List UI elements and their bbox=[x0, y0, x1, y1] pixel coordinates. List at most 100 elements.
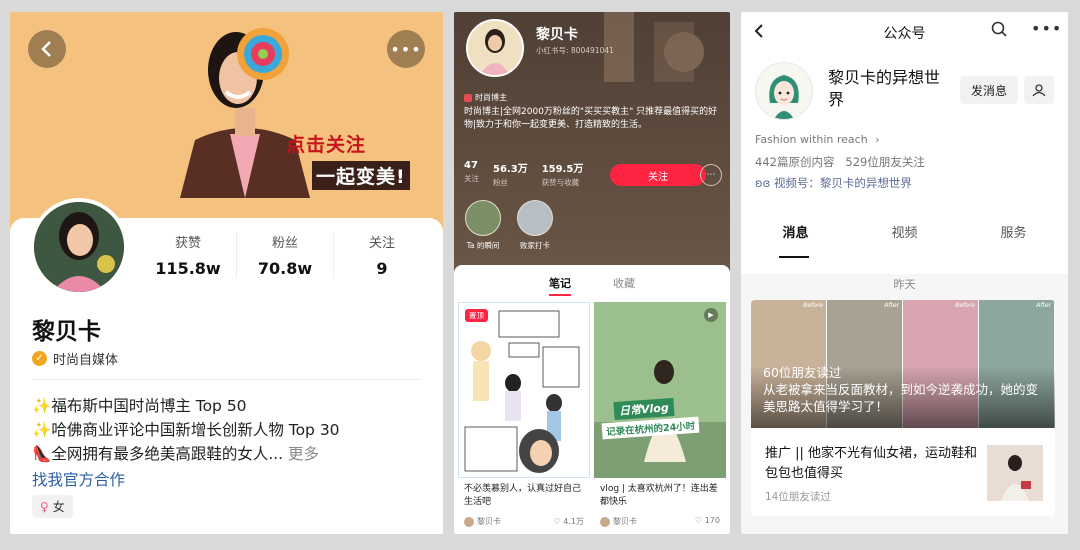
promo-article-title[interactable]: 推广 || 他家不光有仙女裙，运动鞋和包包也值得买 bbox=[765, 444, 981, 484]
note-author[interactable]: 黎贝卡 bbox=[464, 516, 501, 527]
bio-line: ✨福布斯中国时尚博主 Top 50 bbox=[32, 394, 340, 418]
divider bbox=[32, 379, 421, 380]
cover-label: Before bbox=[955, 302, 975, 309]
xhs-stat-likes-collects[interactable]: 159.5万 获赞与收藏 bbox=[542, 160, 584, 188]
verified-check-icon: ✓ bbox=[32, 351, 47, 366]
bio-line: 👠全网拥有最多绝美高跟鞋的女人... 更多 bbox=[32, 442, 340, 466]
bio-text: 哈佛商业评论中国新增长创新人物 Top 30 bbox=[51, 421, 340, 439]
more-dots-icon: ••• bbox=[390, 39, 422, 59]
search-icon bbox=[991, 21, 1007, 37]
bio-more-link[interactable]: 更多 bbox=[288, 445, 319, 463]
xhs-stats: 47 关注 56.3万 粉丝 159.5万 获赞与收藏 bbox=[464, 160, 583, 188]
note-likes[interactable]: ♡ 170 bbox=[695, 516, 720, 527]
gender-tag: ♀ 女 bbox=[32, 495, 73, 518]
highlight-label: 败家打卡 bbox=[520, 241, 550, 250]
chat-bubble-icon: ⋯ bbox=[706, 170, 716, 180]
heart-icon: ♡ bbox=[695, 516, 703, 525]
account-name: 黎贝卡的异想世界 bbox=[828, 68, 941, 109]
more-button[interactable]: ••• bbox=[387, 30, 425, 68]
sparkle-icon: ✨ bbox=[32, 397, 52, 415]
xhs-intro: 时尚博主|全网2000万粉丝的"买买买教主" 只推荐最值得买的好物|致力于和你一… bbox=[464, 107, 718, 130]
xhs-message-button[interactable]: ⋯ bbox=[700, 164, 722, 186]
search-button[interactable] bbox=[991, 21, 1007, 41]
sparkle-icon: ✨ bbox=[32, 421, 52, 439]
stat-value: 9 bbox=[376, 259, 388, 278]
tag-label: 时尚博主 bbox=[475, 93, 507, 102]
note-card[interactable]: 置顶 不必羡慕别人，认真过好自己生活吧 黎贝卡 ♡ 4.1万 bbox=[458, 302, 590, 534]
xhs-stat-following[interactable]: 47 关注 bbox=[464, 160, 479, 188]
date-separator: 昨天 bbox=[893, 278, 916, 291]
stat-value: 159.5万 bbox=[541, 164, 584, 175]
stat-following[interactable]: 关注 9 bbox=[334, 232, 430, 278]
bio-text: 全网拥有最多绝美高跟鞋的女人... bbox=[51, 445, 284, 463]
stat-label: 关注 bbox=[368, 236, 395, 251]
stat-fans[interactable]: 粉丝 70.8w bbox=[237, 232, 334, 278]
tab-messages[interactable]: 消息 bbox=[741, 222, 850, 241]
pinned-badge: 置顶 bbox=[465, 309, 488, 322]
note-caption: vlog | 太喜欢杭州了！连出差都快乐 bbox=[600, 484, 718, 507]
xhs-avatar[interactable] bbox=[466, 19, 524, 77]
stat-label: 粉丝 bbox=[493, 178, 508, 187]
stat-label: 获赞 bbox=[174, 236, 201, 251]
bio-text: 福布斯中国时尚博主 Top 50 bbox=[51, 397, 247, 415]
page-title: 公众号 bbox=[883, 26, 926, 42]
vlog-photo bbox=[594, 302, 726, 478]
back-button[interactable] bbox=[28, 30, 66, 68]
tab-collections[interactable]: 收藏 bbox=[613, 275, 635, 296]
signature-text: Fashion within reach bbox=[755, 133, 868, 146]
follow-sticker: 点击关注 一起变美! bbox=[286, 130, 410, 190]
stat-value: 115.8w bbox=[155, 259, 221, 278]
active-tab-indicator bbox=[779, 256, 809, 258]
chevron-right-icon: › bbox=[875, 133, 880, 146]
cover-overlay: 60位朋友读过 从老被拿来当反面教材，到如今逆袭成功，她的变美思路太值得学习了！ bbox=[751, 365, 1055, 428]
author-name: 黎贝卡 bbox=[477, 517, 501, 526]
female-icon: ♀ bbox=[40, 500, 49, 514]
note-card[interactable]: ▶ 日常Vlog 记录在杭州的24小时 vlog | 太喜欢杭州了！连出差都快乐… bbox=[594, 302, 726, 534]
tab-notes[interactable]: 笔记 bbox=[549, 275, 571, 296]
profile-stats: 获赞 115.8w 粉丝 70.8w 关注 9 bbox=[140, 232, 430, 278]
account-signature[interactable]: Fashion within reach › bbox=[755, 133, 880, 146]
stat-likes[interactable]: 获赞 115.8w bbox=[140, 232, 237, 278]
avatar[interactable] bbox=[30, 198, 128, 296]
note-meta: 黎贝卡 ♡ 4.1万 bbox=[458, 512, 590, 531]
note-cover: ▶ 日常Vlog 记录在杭州的24小时 bbox=[594, 302, 726, 478]
tab-videos[interactable]: 视频 bbox=[850, 222, 959, 241]
article-headline: 60位朋友读过 从老被拿来当反面教材，到如今逆袭成功，她的变美思路太值得学习了！ bbox=[763, 365, 1039, 414]
send-message-button[interactable]: 发消息 bbox=[960, 76, 1018, 104]
chevron-left-icon bbox=[41, 41, 51, 57]
highlight-label: Ta 的瞬间 bbox=[466, 241, 500, 250]
highlight-shopping[interactable]: 败家打卡 bbox=[510, 200, 560, 251]
user-settings-button[interactable] bbox=[1024, 76, 1054, 104]
xhs-follow-button[interactable]: 关注 bbox=[610, 164, 706, 186]
xhs-tabs: 笔记 收藏 bbox=[454, 275, 730, 296]
note-author[interactable]: 黎贝卡 bbox=[600, 516, 637, 527]
cover-label: After bbox=[1036, 302, 1051, 309]
xhs-tag: 时尚博主 bbox=[464, 92, 507, 103]
likes-count: 170 bbox=[704, 516, 720, 525]
promo-read-count: 14位朋友读过 bbox=[765, 491, 831, 503]
heart-icon: ♡ bbox=[553, 517, 561, 526]
stat-label: 获赞与收藏 bbox=[541, 178, 580, 187]
high-heel-icon: 👠 bbox=[32, 445, 52, 463]
xhs-red-id: 小红书号: 800491041 bbox=[536, 46, 614, 55]
verified-badge: ✓ 时尚自媒体 bbox=[32, 349, 118, 368]
account-avatar-illustration bbox=[756, 63, 812, 119]
note-likes[interactable]: ♡ 4.1万 bbox=[554, 516, 584, 527]
video-channel-link[interactable]: ʚɞ 视频号：黎贝卡的异想世界 bbox=[755, 175, 912, 191]
article-card[interactable]: Before After Before After 60位朋友读过 从老被拿来当… bbox=[751, 300, 1055, 516]
wechat-account-panel: 公众号 ••• 黎贝卡的异想世界 发消息 Fashion within reac… bbox=[741, 12, 1068, 534]
cooperation-link[interactable]: 找我官方合作 bbox=[32, 468, 125, 490]
stat-label: 关注 bbox=[464, 174, 479, 183]
xhs-stat-fans[interactable]: 56.3万 粉丝 bbox=[493, 160, 528, 188]
stat-value: 70.8w bbox=[257, 259, 313, 278]
tag-dot-icon bbox=[464, 93, 472, 102]
account-avatar[interactable] bbox=[755, 62, 813, 120]
more-button[interactable]: ••• bbox=[1031, 19, 1062, 38]
highlight-moments[interactable]: Ta 的瞬间 bbox=[458, 200, 508, 251]
bio-line: ✨哈佛商业评论中国新增长创新人物 Top 30 bbox=[32, 418, 340, 442]
note-meta: 黎贝卡 ♡ 170 bbox=[594, 512, 726, 531]
highlight-cover bbox=[465, 200, 501, 236]
tab-services[interactable]: 服务 bbox=[959, 222, 1068, 241]
profile-name: 黎贝卡 bbox=[32, 319, 101, 345]
author-avatar-icon bbox=[600, 516, 610, 527]
